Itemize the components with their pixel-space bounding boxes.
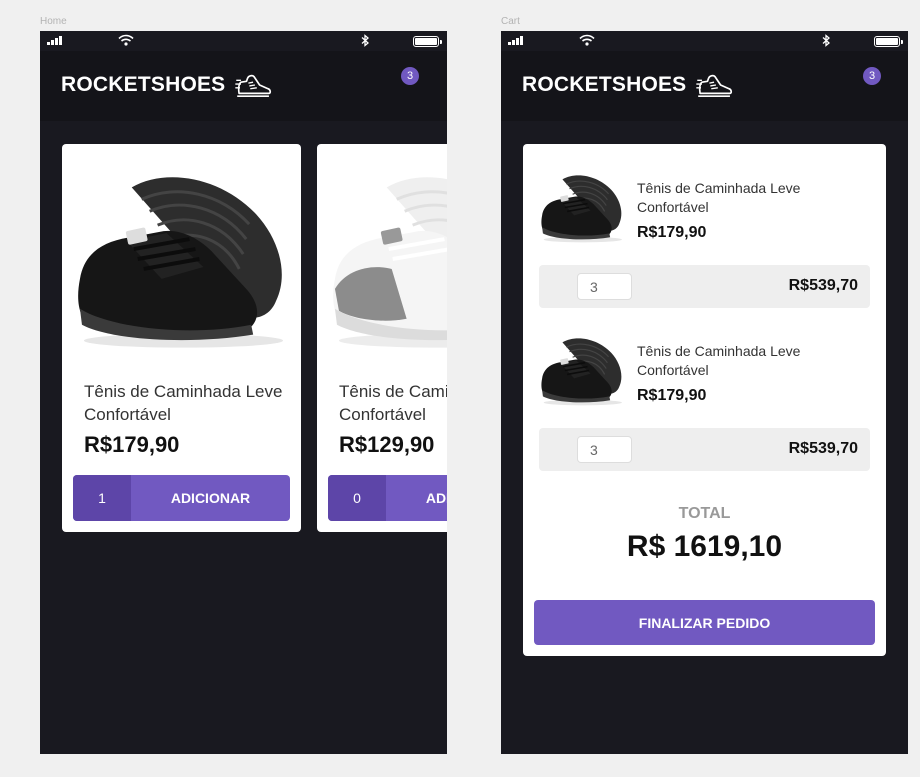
frame-label-home: Home <box>40 16 67 27</box>
product-title: Tênis de Caminhada Leve Confortável <box>84 382 283 424</box>
shoe-logo-icon <box>696 71 734 99</box>
signal-icon <box>47 36 62 45</box>
cart-item-subtotal: R$539,70 <box>788 277 858 294</box>
battery-icon <box>413 36 442 47</box>
battery-icon <box>874 36 903 47</box>
wifi-icon <box>118 34 134 46</box>
brand-name: ROCKETSHOES <box>61 73 226 96</box>
cart-panel: Tênis de Caminhada Leve Confortável R$17… <box>523 144 886 656</box>
product-title: Tênis de Caminhada Leve Confortável <box>339 382 447 424</box>
cart-count-badge[interactable]: 3 <box>401 67 419 85</box>
home-screen: ROCKETSHOES 3 Tênis de Caminhada Leve Co… <box>40 31 447 754</box>
cart-amount: 0 <box>328 475 386 521</box>
total-value: R$ 1619,10 <box>626 530 783 563</box>
logo[interactable]: ROCKETSHOES <box>522 71 734 99</box>
signal-icon <box>508 36 523 45</box>
cart-item-image <box>539 171 625 246</box>
cart-count-badge[interactable]: 3 <box>863 67 881 85</box>
cart-item-price: R$179,90 <box>637 387 707 404</box>
product-price: R$129,90 <box>339 432 435 457</box>
checkout-button[interactable]: FINALIZAR PEDIDO <box>534 600 875 645</box>
cart-item-bar: R$539,70 <box>539 428 870 471</box>
cart-item-title: Tênis de Caminhada Leve Confortável <box>637 180 801 215</box>
cart-amount: 1 <box>73 475 131 521</box>
product-card: Tênis de Caminhada Leve Confortável R$12… <box>317 144 447 532</box>
cart-item-title: Tênis de Caminhada Leve Confortável <box>637 343 801 378</box>
product-price: R$179,90 <box>84 432 180 457</box>
status-bar <box>501 31 908 51</box>
cart-item-bar: R$539,70 <box>539 265 870 308</box>
shoe-logo-icon <box>235 71 273 99</box>
cart-screen: ROCKETSHOES 3 Tênis de Caminhada Leve Co… <box>501 31 908 754</box>
add-to-cart-button[interactable]: 0 ADICIONAR <box>328 475 447 521</box>
cart-item-price: R$179,90 <box>637 224 707 241</box>
add-button-label: ADICIONAR <box>425 490 447 506</box>
add-button-label: ADICIONAR <box>170 490 251 506</box>
wifi-icon <box>579 34 595 46</box>
product-card: Tênis de Caminhada Leve Confortável R$17… <box>62 144 301 532</box>
add-to-cart-button[interactable]: 1 ADICIONAR <box>73 475 290 521</box>
bluetooth-icon <box>361 34 369 47</box>
logo[interactable]: ROCKETSHOES <box>61 71 273 99</box>
total-label: TOTAL <box>678 505 731 522</box>
frame-label-cart: Cart <box>501 16 520 27</box>
status-bar <box>40 31 447 51</box>
bluetooth-icon <box>822 34 830 47</box>
product-image[interactable] <box>72 169 291 354</box>
brand-name: ROCKETSHOES <box>522 73 687 96</box>
cart-item-subtotal: R$539,70 <box>788 440 858 457</box>
quantity-input[interactable] <box>577 273 632 300</box>
product-image[interactable] <box>327 169 447 354</box>
quantity-input[interactable] <box>577 436 632 463</box>
cart-item-image <box>539 334 625 409</box>
